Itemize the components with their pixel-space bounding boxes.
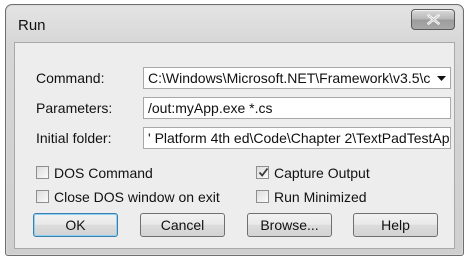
- initial-folder-input[interactable]: ' Platform 4th ed\Code\Chapter 2\TextPad…: [143, 127, 451, 149]
- parameters-label: Parameters:: [36, 100, 113, 116]
- dos-command-box[interactable]: [36, 166, 49, 179]
- capture-output-label: Capture Output: [274, 165, 370, 181]
- title-bar[interactable]: Run: [6, 5, 463, 41]
- help-button[interactable]: Help: [353, 213, 438, 237]
- command-value: C:\Windows\Microsoft.NET\Framework\v3.5\…: [148, 70, 431, 86]
- parameters-input[interactable]: /out:myApp.exe *.cs: [143, 97, 451, 119]
- window-title: Run: [18, 17, 46, 34]
- close-dos-window-label: Close DOS window on exit: [54, 189, 220, 205]
- browse-button[interactable]: Browse...: [247, 213, 332, 237]
- ok-button[interactable]: OK: [33, 213, 118, 237]
- check-icon: [258, 167, 269, 177]
- run-dialog: Run Command: C:\Windows\Microsoft.NET\Fr…: [5, 4, 464, 256]
- run-minimized-label: Run Minimized: [274, 189, 367, 205]
- close-button[interactable]: [411, 9, 455, 30]
- command-label: Command:: [36, 70, 105, 86]
- command-combobox[interactable]: C:\Windows\Microsoft.NET\Framework\v3.5\…: [143, 67, 451, 89]
- command-dropdown-button[interactable]: [432, 68, 450, 88]
- close-dos-window-box[interactable]: [36, 190, 49, 203]
- initial-folder-label: Initial folder:: [36, 130, 112, 146]
- run-minimized-box[interactable]: [256, 190, 269, 203]
- chevron-down-icon: [437, 76, 446, 81]
- capture-output-box[interactable]: [256, 166, 269, 179]
- close-icon: [427, 14, 440, 25]
- dos-command-label: DOS Command: [54, 165, 153, 181]
- cancel-button[interactable]: Cancel: [140, 213, 225, 237]
